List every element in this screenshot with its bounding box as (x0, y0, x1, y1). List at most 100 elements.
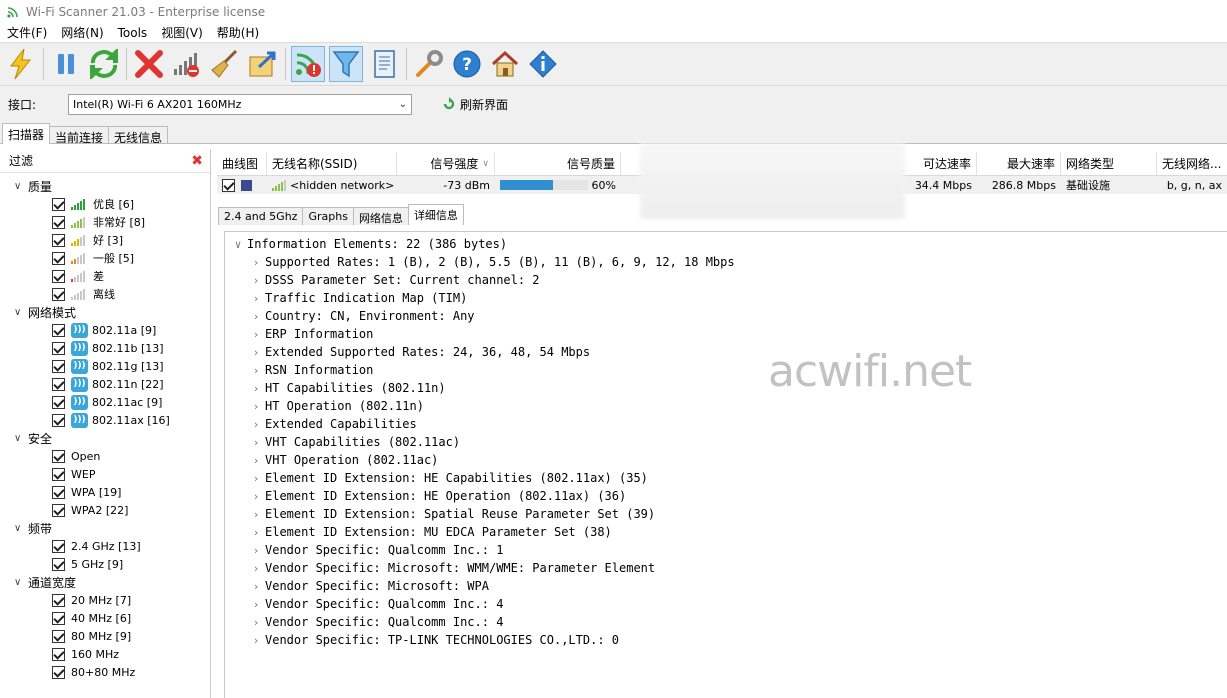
filter-item-security-wpa[interactable]: WPA [19] (0, 483, 210, 501)
filter-item-security-wep[interactable]: WEP (0, 465, 210, 483)
menu-file[interactable]: 文件(F) (0, 24, 54, 41)
filter-item-mode-n[interactable]: ))) 802.11n [22] (0, 375, 210, 393)
checkbox[interactable] (52, 611, 65, 625)
filter-item-mode-a[interactable]: ))) 802.11a [9] (0, 321, 210, 339)
filter-item-band-24[interactable]: 2.4 GHz [13] (0, 537, 210, 555)
column-graph[interactable]: 曲线图 (217, 152, 267, 175)
checkbox[interactable] (52, 467, 65, 481)
filter-item-quality-offline[interactable]: 离线 (0, 285, 210, 303)
delete-button[interactable] (132, 46, 166, 82)
tree-node[interactable]: › VHT Operation (802.11ac) (225, 451, 1227, 469)
tab-wireless-info[interactable]: 无线信息 (108, 126, 169, 145)
tree-node[interactable]: › Vendor Specific: Microsoft: WMM/WME: Pa… (225, 559, 1227, 577)
close-filter-icon[interactable]: ✖ (191, 153, 203, 169)
pause-button[interactable] (49, 46, 83, 82)
checkbox[interactable] (52, 233, 65, 247)
checkbox[interactable] (52, 413, 65, 427)
checkbox[interactable] (52, 665, 65, 679)
tree-node[interactable]: › HT Operation (802.11n) (225, 397, 1227, 415)
checkbox[interactable] (52, 647, 65, 661)
filter-item-quality-good[interactable]: 好 [3] (0, 231, 210, 249)
info-button[interactable] (526, 46, 560, 82)
filter-item-width-80-80[interactable]: 80+80 MHz (0, 663, 210, 681)
filter-item-width-160[interactable]: 160 MHz (0, 645, 210, 663)
filter-group-quality[interactable]: ∨ 质量 (0, 177, 210, 195)
filter-item-quality-excellent[interactable]: 优良 [6] (0, 195, 210, 213)
tab-graphs[interactable]: Graphs (302, 207, 354, 225)
filter-item-mode-g[interactable]: ))) 802.11g [13] (0, 357, 210, 375)
tree-node[interactable]: › ERP Information (225, 325, 1227, 343)
tree-node[interactable]: › Vendor Specific: TP-LINK TECHNOLOGIES C… (225, 631, 1227, 649)
filter-item-security-open[interactable]: Open (0, 447, 210, 465)
menu-help[interactable]: 帮助(H) (210, 24, 266, 41)
filter-item-width-20[interactable]: 20 MHz [7] (0, 591, 210, 609)
tab-details[interactable]: 详细信息 (407, 204, 464, 225)
checkbox[interactable] (52, 377, 65, 391)
menu-view[interactable]: 视图(V) (154, 24, 210, 41)
tree-node[interactable]: › HT Capabilities (802.11n) (225, 379, 1227, 397)
filter-item-mode-b[interactable]: ))) 802.11b [13] (0, 339, 210, 357)
checkbox[interactable] (52, 503, 65, 517)
alert-signal-button[interactable] (291, 46, 325, 82)
checkbox[interactable] (52, 593, 65, 607)
tree-node[interactable]: › Supported Rates: 1 (B), 2 (B), 5.5 (B),… (225, 253, 1227, 271)
tree-node[interactable]: › Element ID Extension: HE Operation (802… (225, 487, 1227, 505)
column-modes[interactable]: 无线网络... (1157, 152, 1227, 175)
filter-item-width-40[interactable]: 40 MHz [6] (0, 609, 210, 627)
checkbox[interactable] (222, 178, 235, 192)
tree-node[interactable]: › Vendor Specific: Qualcomm Inc.: 1 (225, 541, 1227, 559)
menu-network[interactable]: 网络(N) (54, 24, 110, 41)
refresh-button[interactable] (87, 46, 121, 82)
checkbox[interactable] (52, 287, 65, 301)
checkbox[interactable] (52, 251, 65, 265)
tree-node-root[interactable]: ∨ Information Elements: 22 (386 bytes) (225, 235, 1227, 253)
checkbox[interactable] (52, 323, 65, 337)
interface-select[interactable]: Intel(R) Wi-Fi 6 AX201 160MHz ⌄ (68, 93, 412, 115)
filter-item-mode-ax[interactable]: ))) 802.11ax [16] (0, 411, 210, 429)
checkbox[interactable] (52, 197, 65, 211)
menu-tools[interactable]: Tools (111, 26, 155, 40)
tree-node[interactable]: › Vendor Specific: Microsoft: WPA (225, 577, 1227, 595)
filter-group-channel-width[interactable]: ∨ 通道宽度 (0, 573, 210, 591)
column-ssid[interactable]: 无线名称(SSID) (267, 152, 397, 175)
tree-node[interactable]: › Vendor Specific: Qualcomm Inc.: 4 (225, 595, 1227, 613)
checkbox[interactable] (52, 359, 65, 373)
tree-node[interactable]: › Extended Supported Rates: 24, 36, 48, 5… (225, 343, 1227, 361)
tree-node[interactable]: › Element ID Extension: HE Capabilities (… (225, 469, 1227, 487)
filter-item-quality-fair[interactable]: 一般 [5] (0, 249, 210, 267)
filter-item-security-wpa2[interactable]: WPA2 [22] (0, 501, 210, 519)
tree-node[interactable]: › Vendor Specific: Qualcomm Inc.: 4 (225, 613, 1227, 631)
column-quality[interactable]: 信号质量 (495, 152, 621, 175)
checkbox[interactable] (52, 539, 65, 553)
tab-current-connection[interactable]: 当前连接 (49, 126, 110, 145)
tab-scanner[interactable]: 扫描器 (2, 123, 51, 144)
checkbox[interactable] (52, 485, 65, 499)
checkbox[interactable] (52, 269, 65, 283)
export-button[interactable] (246, 46, 280, 82)
filter-button[interactable] (329, 46, 363, 82)
column-rate[interactable]: 可达速率 (905, 152, 977, 175)
checkbox[interactable] (52, 341, 65, 355)
remove-signal-button[interactable] (170, 46, 204, 82)
home-button[interactable] (488, 46, 522, 82)
filter-group-network-mode[interactable]: ∨ 网络模式 (0, 303, 210, 321)
tree-node[interactable]: › Extended Capabilities (225, 415, 1227, 433)
tree-node[interactable]: › Traffic Indication Map (TIM) (225, 289, 1227, 307)
filter-group-security[interactable]: ∨ 安全 (0, 429, 210, 447)
tree-node[interactable]: › Country: CN, Environment: Any (225, 307, 1227, 325)
tree-node[interactable]: › RSN Information (225, 361, 1227, 379)
tab-network-info[interactable]: 网络信息 (352, 207, 409, 225)
filter-item-quality-very-good[interactable]: 非常好 [8] (0, 213, 210, 231)
column-net-type[interactable]: 网络类型 (1061, 152, 1157, 175)
filter-item-band-5[interactable]: 5 GHz [9] (0, 555, 210, 573)
checkbox[interactable] (52, 395, 65, 409)
checkbox[interactable] (52, 629, 65, 643)
filter-item-quality-poor[interactable]: 差 (0, 267, 210, 285)
filter-item-width-80[interactable]: 80 MHz [9] (0, 627, 210, 645)
checkbox[interactable] (52, 557, 65, 571)
column-signal[interactable]: 信号强度 ∨ (397, 152, 495, 175)
tree-node[interactable]: › VHT Capabilities (802.11ac) (225, 433, 1227, 451)
column-max-rate[interactable]: 最大速率 (977, 152, 1061, 175)
checkbox[interactable] (52, 449, 65, 463)
tree-node[interactable]: › DSSS Parameter Set: Current channel: 2 (225, 271, 1227, 289)
